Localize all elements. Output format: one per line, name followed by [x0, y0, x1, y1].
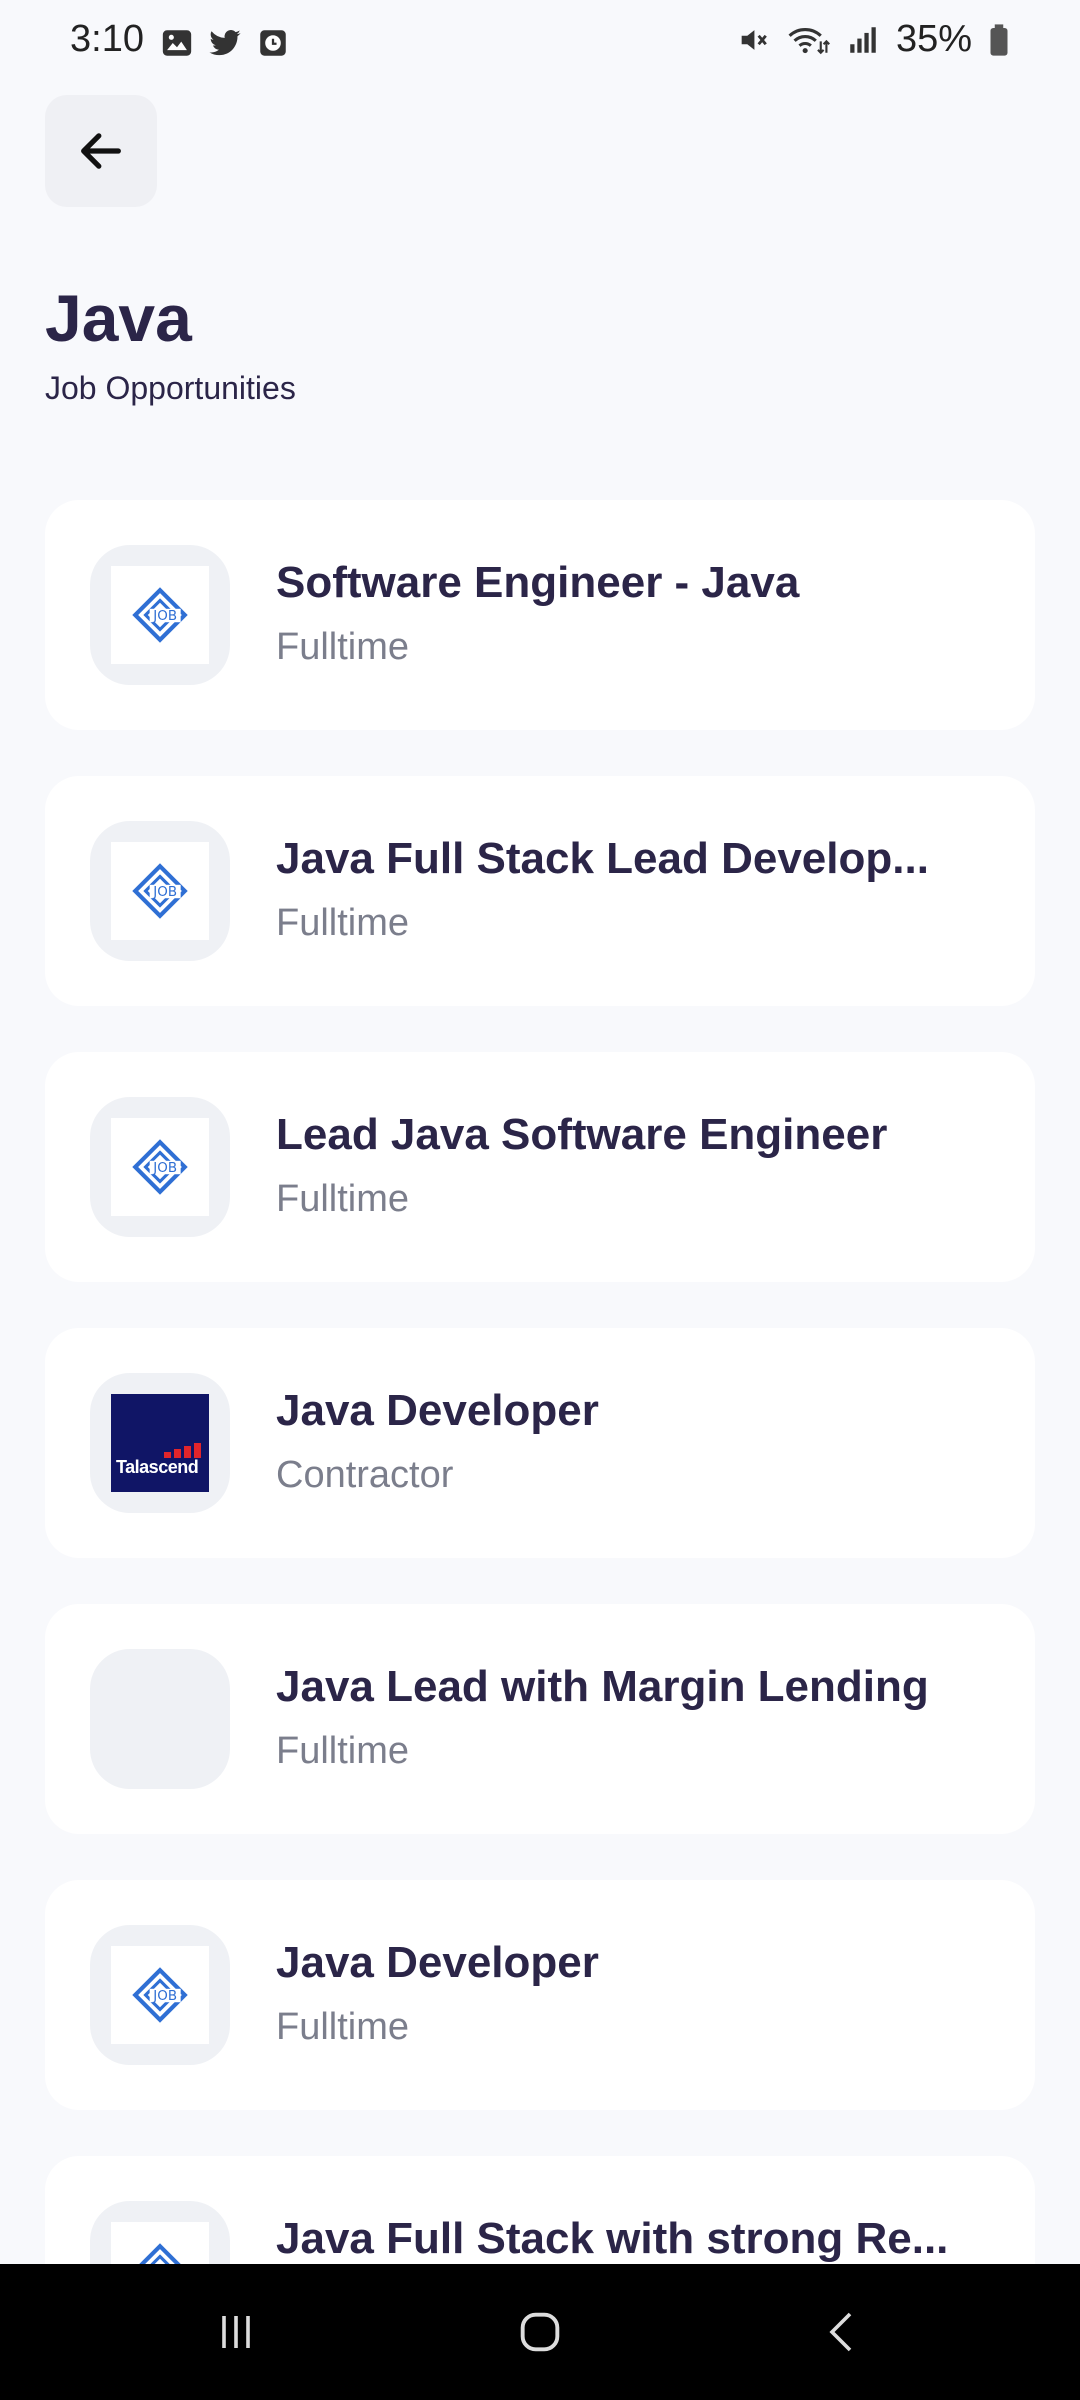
job-title: Software Engineer - Java [276, 558, 800, 607]
job-logo-icon: JOB [132, 1967, 188, 2023]
job-title: Java Developer [276, 1938, 599, 1987]
job-logo-icon: JOB [132, 1139, 188, 1195]
battery-percent: 35% [895, 18, 972, 60]
job-title: Lead Java Software Engineer [276, 1110, 888, 1159]
job-logo-icon: JOB [132, 587, 188, 643]
company-logo: JOB [90, 1925, 230, 2065]
svg-text:JOB: JOB [152, 1989, 177, 2004]
home-icon [520, 2312, 560, 2352]
wifi-icon [788, 27, 830, 54]
job-title: Java Full Stack Lead Develop... [276, 834, 929, 883]
signal-icon [850, 26, 876, 53]
job-type: Fulltime [276, 2006, 410, 2048]
job-card[interactable]: Java Lead with Margin Lending Fulltime [45, 1604, 1035, 1834]
svg-text:JOB: JOB [152, 885, 177, 900]
job-card[interactable]: JOB Lead Java Software Engineer Fulltime [45, 1052, 1035, 1282]
gallery-icon [162, 30, 192, 56]
svg-text:JOB: JOB [152, 609, 177, 624]
company-logo: JOB [90, 821, 230, 961]
battery-icon [990, 23, 1008, 56]
job-type: Fulltime [276, 626, 410, 668]
clock-app-icon [260, 30, 286, 56]
job-title: Java Developer [276, 1386, 599, 1435]
page-subtitle: Job Opportunities [45, 370, 296, 406]
job-type: Contractor [276, 1454, 454, 1496]
company-logo: JOB [90, 1097, 230, 1237]
job-logo-icon: JOB [132, 863, 188, 919]
recent-apps-icon [222, 2316, 250, 2348]
page-title: Java [45, 281, 192, 355]
company-logo: Talascend [90, 1373, 230, 1513]
job-type: Fulltime [276, 1730, 410, 1772]
status-bar: 3:10 35% [0, 0, 1080, 86]
job-card[interactable]: Talascend Java Developer Contractor [45, 1328, 1035, 1558]
job-card[interactable]: JOB Software Engineer - Java Fulltime [45, 500, 1035, 730]
company-logo-placeholder [90, 1649, 230, 1789]
job-title: Java Full Stack with strong Re... [276, 2214, 949, 2263]
system-nav-bar [0, 2264, 1080, 2400]
job-type: Fulltime [276, 902, 410, 944]
mute-icon [741, 29, 767, 50]
company-logo: JOB [90, 545, 230, 685]
job-card[interactable]: JOB Java Full Stack Lead Develop... Full… [45, 776, 1035, 1006]
job-title: Java Lead with Margin Lending [276, 1662, 929, 1711]
job-type: Fulltime [276, 1178, 410, 1220]
status-time: 3:10 [70, 18, 144, 60]
talascend-logo: Talascend [111, 1394, 209, 1492]
nav-back-button[interactable] [802, 2294, 882, 2370]
job-card[interactable]: JOB Java Developer Fulltime [45, 1880, 1035, 2110]
twitter-icon [209, 30, 241, 56]
recent-apps-button[interactable] [196, 2294, 276, 2370]
svg-text:JOB: JOB [152, 1161, 177, 1176]
back-icon [829, 2312, 852, 2352]
arrow-left-icon [81, 133, 121, 169]
home-button[interactable] [500, 2294, 580, 2370]
back-button[interactable] [45, 95, 157, 207]
